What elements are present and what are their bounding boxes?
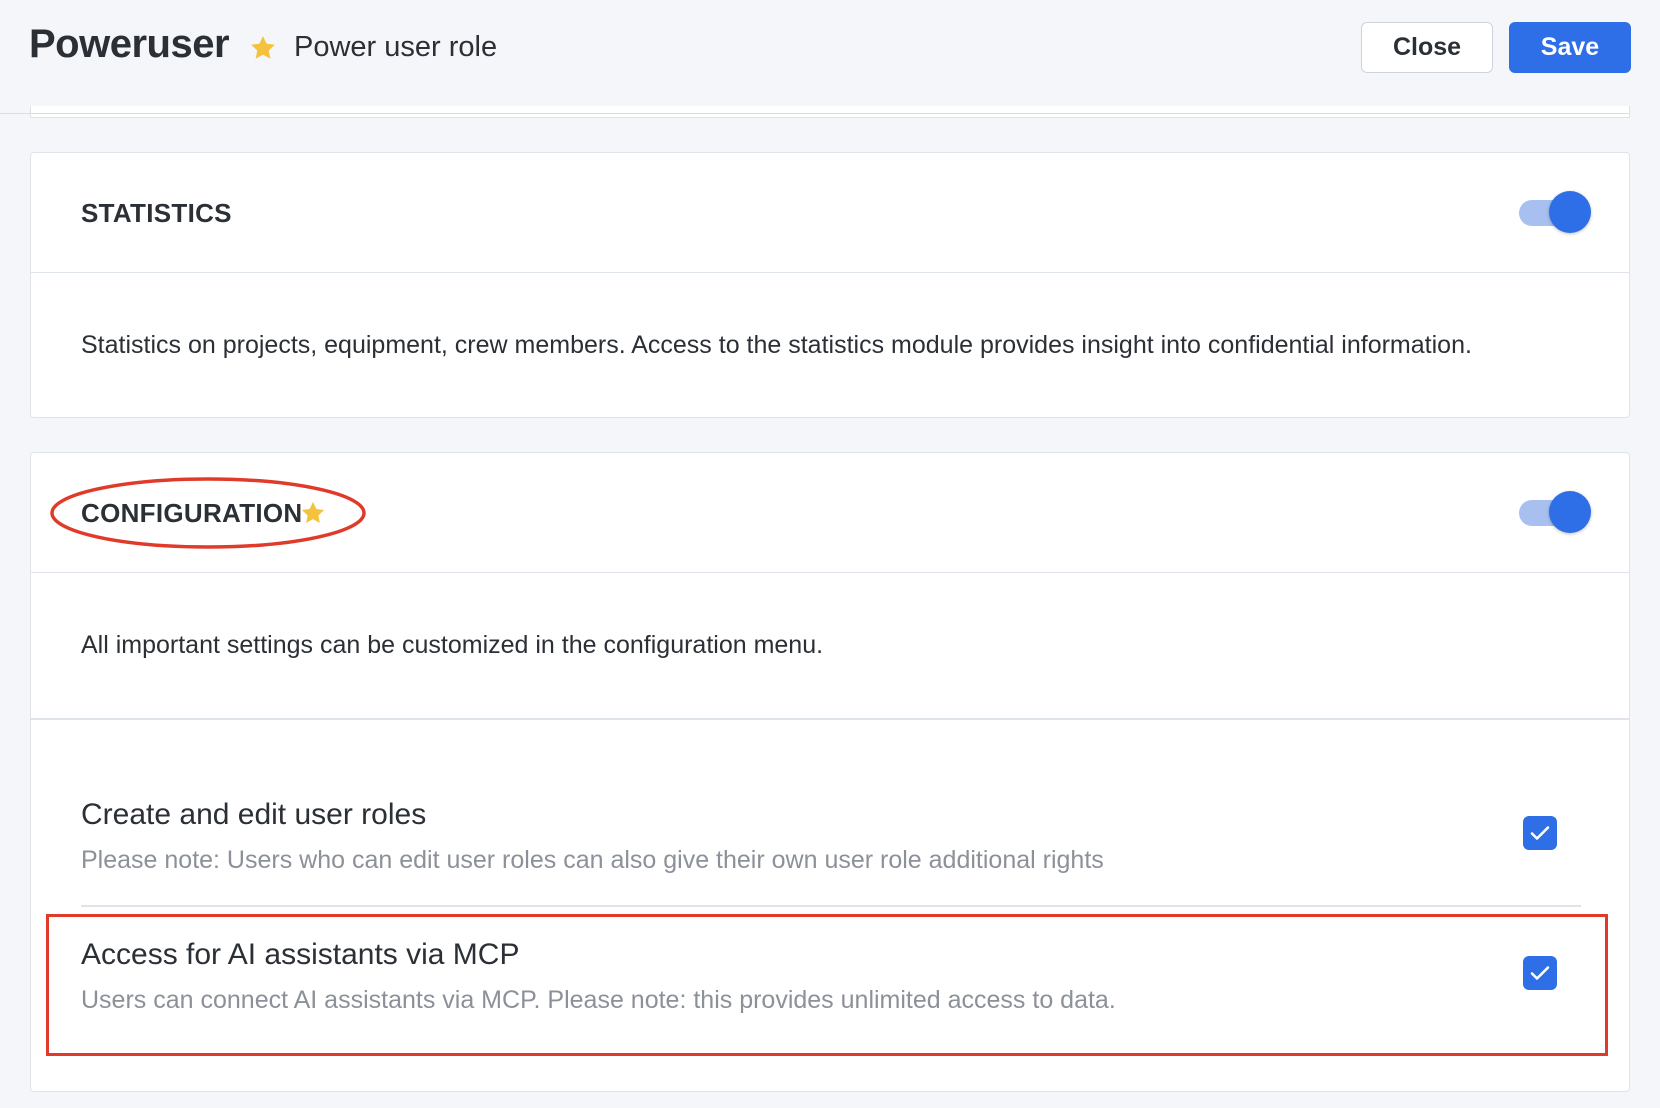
toggle-knob xyxy=(1549,191,1591,233)
permission-title: Access for AI assistants via MCP xyxy=(81,938,520,971)
star-icon xyxy=(301,501,325,524)
configuration-card-header: CONFIGURATION xyxy=(31,453,1629,573)
page-header: Poweruser Power user role Close Save xyxy=(0,0,1660,104)
close-button[interactable]: Close xyxy=(1361,22,1493,73)
divider xyxy=(81,905,1581,907)
statistics-card-header: STATISTICS xyxy=(31,153,1629,273)
permission-row: Access for AI assistants via MCP Users c… xyxy=(81,938,1581,1038)
statistics-title: STATISTICS xyxy=(81,198,232,228)
permission-note: Please note: Users who can edit user rol… xyxy=(81,846,1104,874)
toggle-knob xyxy=(1549,491,1591,533)
configuration-card: CONFIGURATION All important settings can… xyxy=(30,452,1630,1092)
statistics-card: STATISTICS Statistics on projects, equip… xyxy=(30,152,1630,418)
header-divider xyxy=(0,113,1630,114)
create-edit-roles-checkbox[interactable] xyxy=(1523,816,1557,850)
star-icon xyxy=(251,36,275,59)
configuration-title: CONFIGURATION xyxy=(81,498,303,528)
statistics-toggle[interactable] xyxy=(1517,188,1593,238)
configuration-toggle[interactable] xyxy=(1517,488,1593,538)
checkmark-icon xyxy=(1530,826,1550,840)
checkmark-icon xyxy=(1530,966,1550,980)
permission-row: Create and edit user roles Please note: … xyxy=(81,798,1581,898)
permission-note: Users can connect AI assistants via MCP.… xyxy=(81,986,1116,1014)
permission-title: Create and edit user roles xyxy=(81,798,427,831)
configuration-description: All important settings can be customized… xyxy=(81,631,824,659)
page-title: Poweruser xyxy=(29,22,230,66)
statistics-description: Statistics on projects, equipment, crew … xyxy=(81,331,1472,359)
save-button[interactable]: Save xyxy=(1509,22,1631,73)
page-subtitle: Power user role xyxy=(294,31,498,63)
previous-card-edge xyxy=(30,106,1630,118)
divider xyxy=(31,718,1629,720)
ai-mcp-access-checkbox[interactable] xyxy=(1523,956,1557,990)
